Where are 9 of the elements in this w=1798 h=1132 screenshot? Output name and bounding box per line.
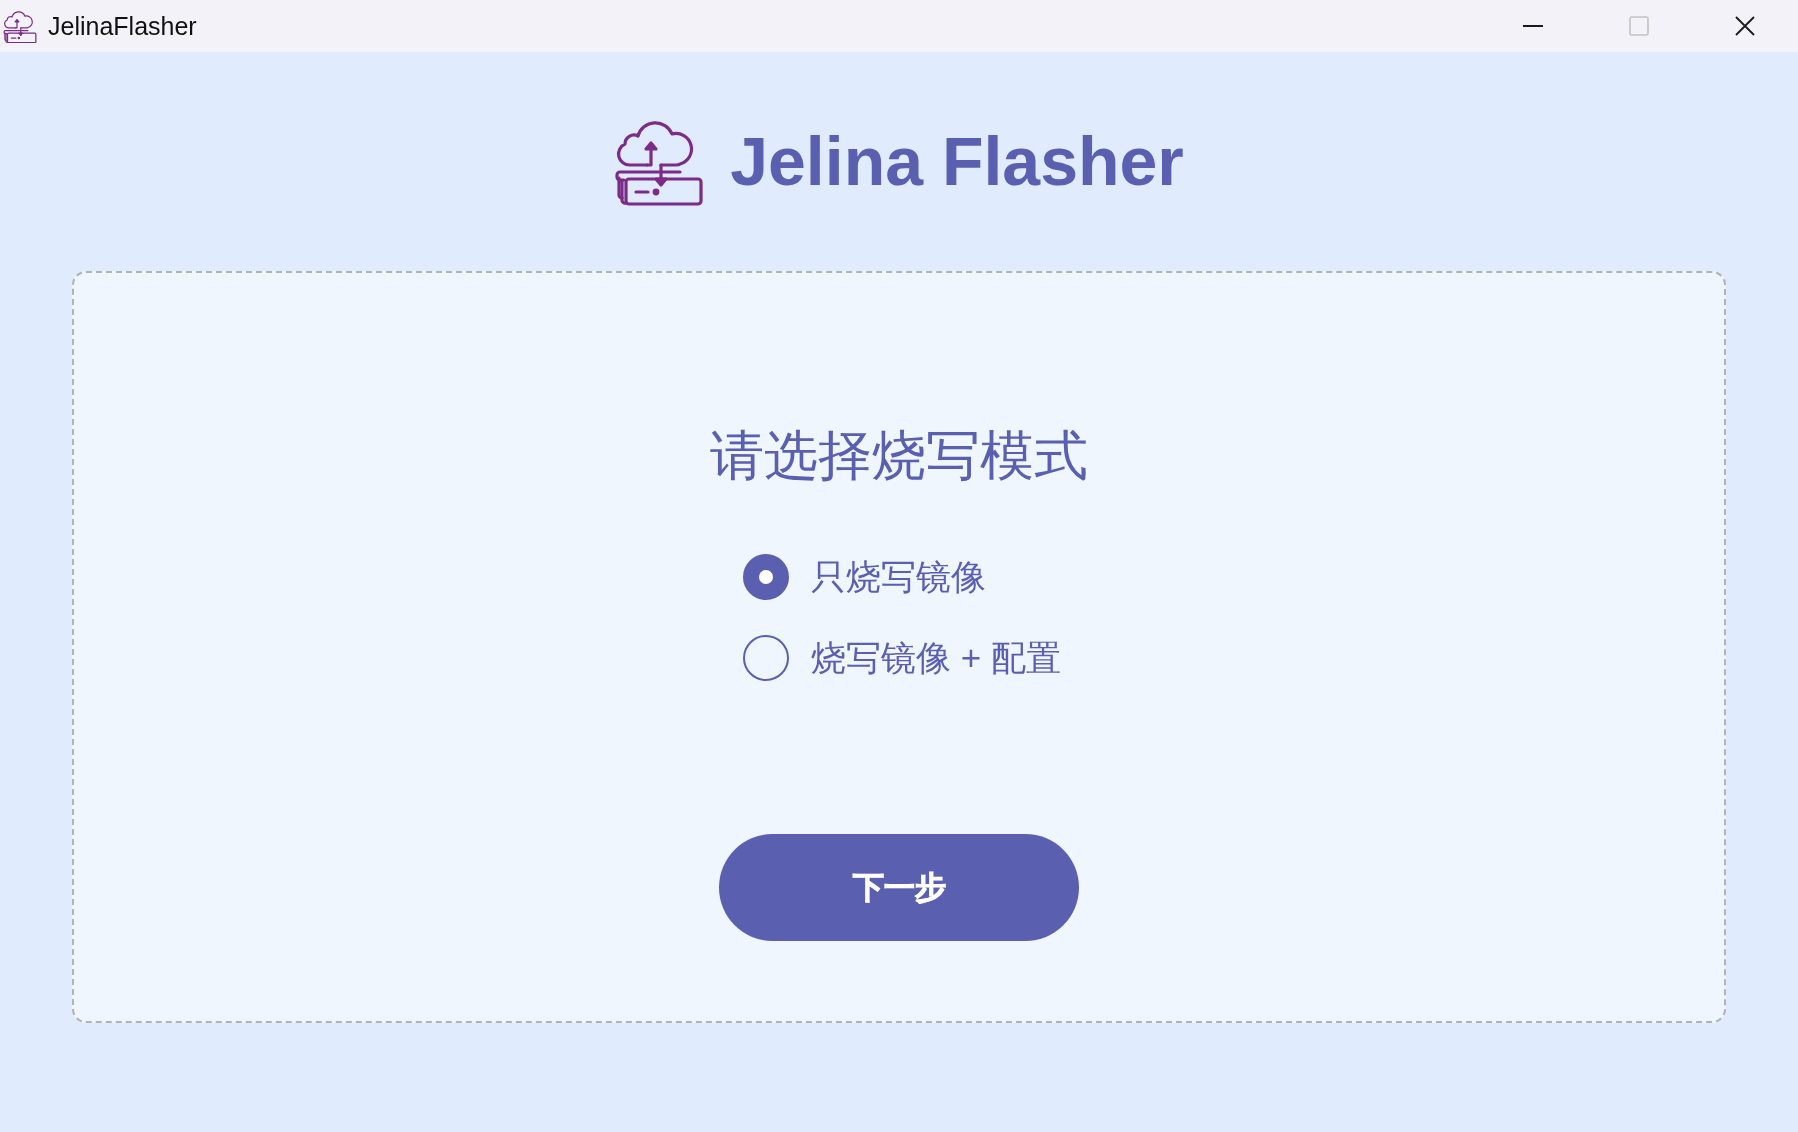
app-icon — [3, 8, 37, 44]
window-title: JelinaFlasher — [48, 11, 197, 41]
next-button[interactable]: 下一步 — [719, 834, 1079, 941]
option-label[interactable]: 烧写镜像 + 配置 — [811, 635, 1061, 681]
app-title: Jelina Flasher — [730, 126, 1184, 195]
radio-button[interactable] — [743, 554, 790, 600]
option-label[interactable]: 只烧写镜像 — [811, 554, 987, 600]
radio-button[interactable] — [743, 635, 790, 681]
mode-heading: 请选择烧写模式 — [710, 424, 1088, 487]
